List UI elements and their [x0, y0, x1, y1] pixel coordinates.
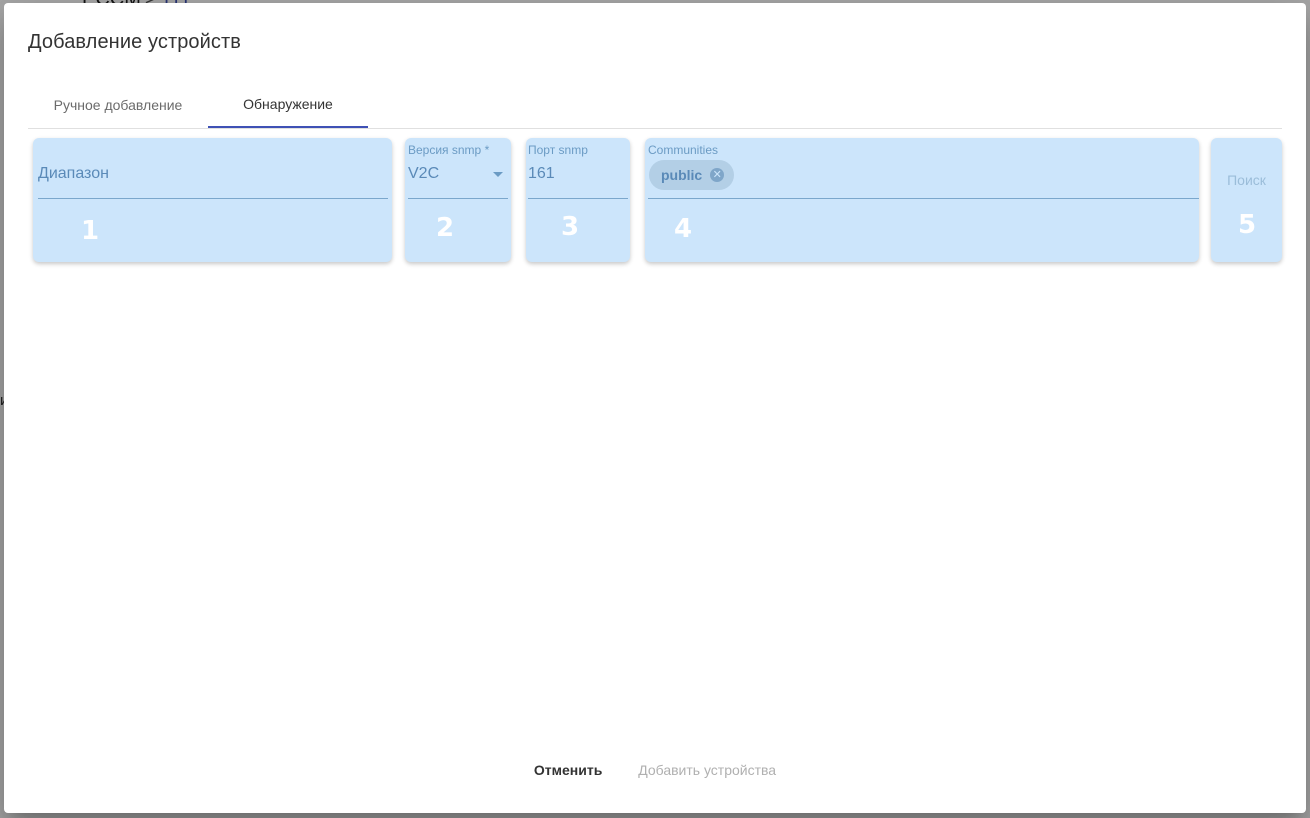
search-button-box[interactable]: Поиск 5 [1211, 138, 1282, 262]
community-chip[interactable]: public ✕ [649, 160, 735, 190]
add-devices-button[interactable]: Добавить устройства [622, 758, 792, 782]
annotation-number-2: 2 [436, 213, 455, 243]
communities-underline [648, 198, 1199, 199]
dialog-title: Добавление устройств [28, 31, 242, 53]
community-chip-label: public [661, 167, 703, 183]
tab-discovery[interactable]: Обнаружение [208, 81, 368, 128]
annotation-number-3: 3 [561, 212, 580, 242]
search-button[interactable]: Поиск [1211, 172, 1282, 188]
snmp-port-input[interactable]: 161 [528, 165, 555, 183]
dialog-actions: Отменить Добавить устройства [4, 758, 1306, 782]
add-devices-dialog: Добавление устройств Ручное добавление О… [4, 3, 1306, 813]
snmp-port-field[interactable]: Порт snmp 161 3 [526, 138, 630, 262]
snmp-version-select[interactable]: Версия snmp * V2C 2 [405, 138, 511, 262]
dialog-tabs: Ручное добавление Обнаружение [28, 81, 1282, 129]
snmp-port-underline [528, 198, 628, 199]
annotation-number-1: 1 [81, 216, 100, 246]
cancel-button[interactable]: Отменить [518, 758, 618, 782]
range-field[interactable]: Диапазон 1 [33, 138, 392, 262]
snmp-port-label: Порт snmp [528, 143, 588, 157]
tab-manual-add[interactable]: Ручное добавление [28, 81, 208, 128]
range-underline [38, 198, 388, 199]
communities-field[interactable]: Communities public ✕ 4 [645, 138, 1199, 262]
chevron-down-icon[interactable] [493, 172, 503, 177]
annotation-number-4: 4 [674, 214, 693, 244]
snmp-version-value[interactable]: V2C [408, 165, 439, 183]
snmp-version-label: Версия snmp * [408, 143, 490, 157]
communities-label: Communities [648, 143, 719, 157]
range-input[interactable]: Диапазон [38, 165, 109, 183]
annotation-number-5: 5 [1238, 210, 1257, 240]
close-circle-icon[interactable]: ✕ [710, 168, 725, 182]
snmp-version-underline [408, 198, 508, 199]
